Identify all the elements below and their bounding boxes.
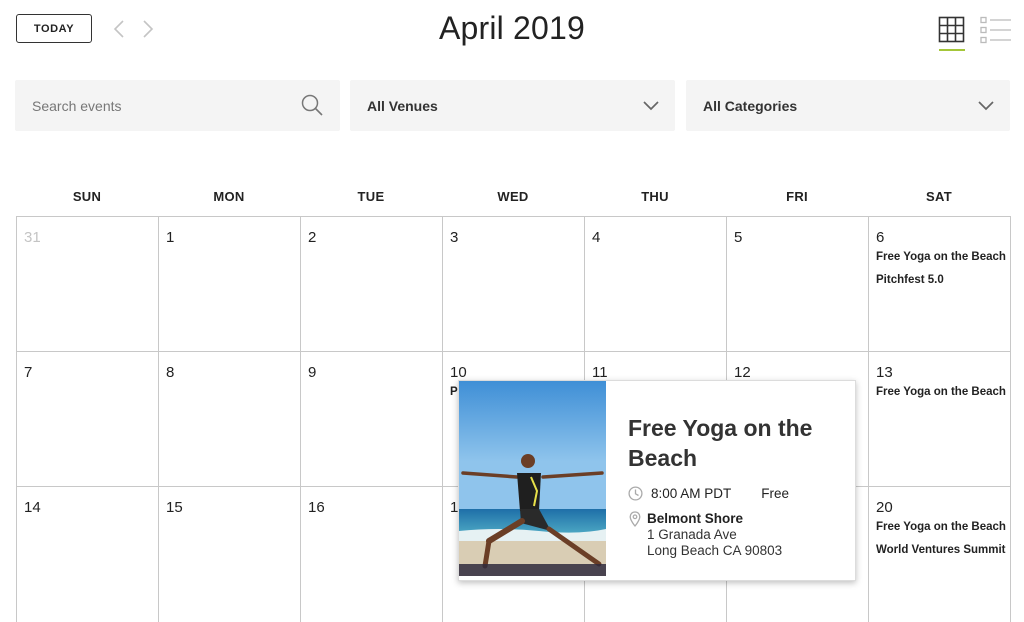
venues-dropdown[interactable]: All Venues: [350, 80, 675, 131]
event-link[interactable]: Pitchfest 5.0: [876, 274, 944, 286]
day-cell[interactable]: 14: [17, 487, 159, 622]
day-number: 7: [24, 364, 33, 381]
list-view-icon: [980, 16, 1011, 44]
day-cell[interactable]: 2: [301, 217, 443, 352]
event-link[interactable]: Free Yoga on the Beach: [876, 521, 1006, 533]
categories-dropdown-label: All Categories: [703, 97, 798, 114]
day-number: 15: [166, 499, 183, 516]
day-cell[interactable]: 1: [159, 217, 301, 352]
day-number: 13: [876, 364, 893, 381]
event-venue[interactable]: Belmont Shore: [647, 511, 743, 526]
month-title: April 2019: [438, 10, 586, 46]
event-address-line2: Long Beach CA 90803: [647, 543, 783, 558]
day-cell[interactable]: 4: [585, 217, 727, 352]
event-link[interactable]: World Ventures Summit: [876, 544, 1006, 556]
clock-icon: [628, 485, 643, 501]
weekday-label: SUN: [72, 189, 102, 204]
list-view-toggle[interactable]: [980, 16, 1012, 44]
day-number: 14: [24, 499, 41, 516]
day-number: 6: [876, 229, 885, 246]
day-number: 11: [592, 364, 608, 381]
day-cell[interactable]: 13 Free Yoga on the Beach: [869, 352, 1011, 487]
day-cell[interactable]: 9: [301, 352, 443, 487]
day-number: 10: [450, 364, 467, 381]
categories-dropdown[interactable]: All Categories: [686, 80, 1010, 131]
day-number: 4: [592, 229, 601, 246]
day-cell[interactable]: 5: [727, 217, 869, 352]
search-bar: [15, 80, 340, 131]
active-view-indicator: [939, 49, 965, 51]
day-number: 5: [734, 229, 743, 246]
event-title[interactable]: Free Yoga on the Beach: [628, 413, 838, 473]
map-pin-icon: [629, 511, 641, 527]
event-cost: Free: [761, 485, 790, 501]
event-time: 8:00 AM PDT: [651, 485, 732, 501]
day-cell[interactable]: 6 Free Yoga on the Beach Pitchfest 5.0: [869, 217, 1011, 352]
day-cell[interactable]: 3: [443, 217, 585, 352]
weekday-label: THU: [641, 189, 669, 204]
day-cell[interactable]: 16: [301, 487, 443, 622]
chevron-down-icon: [978, 101, 994, 111]
day-number: 12: [734, 364, 751, 381]
day-cell[interactable]: 31: [17, 217, 159, 352]
weekday-label: TUE: [357, 189, 385, 204]
weekday-header: SUN MON TUE WED THU FRI SAT: [16, 189, 1010, 205]
event-address-line1: 1 Granada Ave: [647, 527, 737, 542]
month-view-toggle[interactable]: [938, 16, 968, 52]
chevron-down-icon: [643, 101, 659, 111]
search-input[interactable]: [32, 97, 292, 114]
day-number: 3: [450, 229, 459, 246]
venues-dropdown-label: All Venues: [367, 97, 438, 114]
weekday-label: MON: [213, 189, 245, 204]
day-cell[interactable]: 8: [159, 352, 301, 487]
event-link[interactable]: Free Yoga on the Beach: [876, 251, 1006, 263]
event-tooltip: Free Yoga on the Beach 8:00 AM PDT Free …: [458, 380, 856, 581]
day-number: 16: [308, 499, 325, 516]
day-cell[interactable]: 7: [17, 352, 159, 487]
day-number: 9: [308, 364, 317, 381]
month-grid-icon: [938, 16, 965, 43]
day-number: 20: [876, 499, 893, 516]
day-cell[interactable]: 15: [159, 487, 301, 622]
weekday-label: SAT: [926, 189, 952, 204]
event-link[interactable]: Free Yoga on the Beach: [876, 386, 1006, 398]
event-time-row: 8:00 AM PDT Free: [628, 484, 789, 502]
day-cell[interactable]: 20 Free Yoga on the Beach World Ventures S…: [869, 487, 1011, 622]
search-icon[interactable]: [301, 94, 323, 116]
day-number: 8: [166, 364, 175, 381]
weekday-label: FRI: [786, 189, 808, 204]
day-number: 31: [24, 229, 41, 246]
event-image: [459, 381, 606, 576]
event-link[interactable]: P: [450, 386, 458, 398]
weekday-label: WED: [497, 189, 529, 204]
day-number: 2: [308, 229, 317, 246]
day-number: 1: [166, 229, 175, 246]
